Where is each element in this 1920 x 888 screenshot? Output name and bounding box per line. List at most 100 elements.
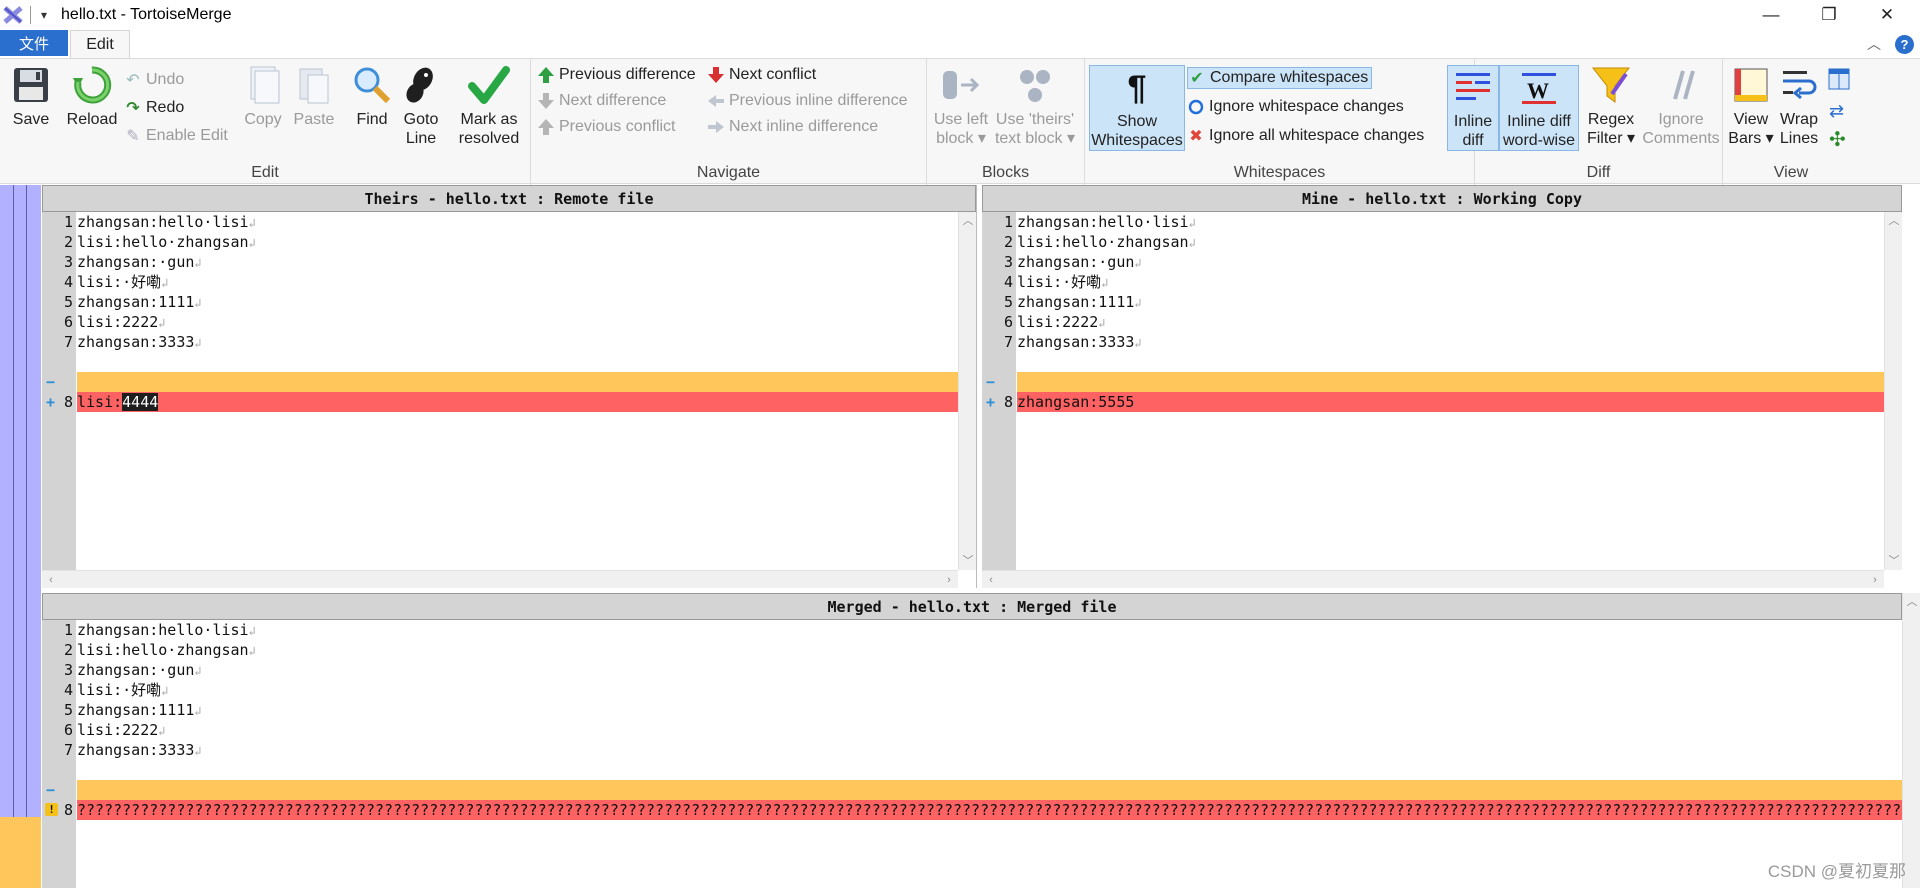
code-line[interactable]: 2 lisi:hello·zhangsan↲ [42, 232, 976, 252]
code-line[interactable]: 5 zhangsan:1111↲ [982, 292, 1902, 312]
vertical-scrollbar[interactable]: ︿ ﹀ [958, 212, 976, 570]
removed-line[interactable]: − [42, 780, 1902, 800]
removed-line[interactable]: − [982, 372, 1902, 392]
tab-edit[interactable]: Edit [70, 30, 130, 58]
checkmark-icon: ✔ [1190, 70, 1204, 87]
merged-pane-body[interactable]: 1 zhangsan:hello·lisi↲ 2 lisi:hello·zhangsa… [42, 593, 1920, 888]
layout-panes-icon[interactable] [1827, 67, 1851, 96]
restore-button[interactable]: ❐ [1800, 0, 1858, 30]
code-line[interactable]: 1 zhangsan:hello·lisi↲ [42, 212, 976, 232]
mine-pane-body[interactable]: 1 zhangsan:hello·lisi↲ 2 lisi:hello·zhangsa… [982, 212, 1902, 588]
location-bar[interactable] [0, 185, 41, 888]
scroll-up-arrow-icon[interactable]: ︿ [1885, 212, 1903, 230]
tortoisemerge-app-icon[interactable] [2, 4, 24, 26]
previous-difference-button[interactable]: Previous difference [537, 64, 696, 86]
swap-icon[interactable]: ⇄ [1829, 101, 1844, 122]
scroll-up-arrow-icon[interactable]: ︿ [959, 212, 977, 230]
enable-edit-button[interactable]: ✎ Enable Edit [124, 125, 228, 147]
scroll-right-arrow-icon[interactable]: › [940, 571, 958, 589]
scroll-left-arrow-icon[interactable]: ‹ [982, 571, 1000, 589]
line-text: lisi:2222↲ [77, 312, 976, 332]
reload-button[interactable]: Reload [66, 63, 118, 129]
previous-inline-difference-button[interactable]: Previous inline difference [707, 90, 907, 112]
inline-diff-label-2: diff [1462, 132, 1484, 149]
wrap-lines-label-2: Lines [1779, 130, 1819, 147]
code-line[interactable]: 5 zhangsan:1111↲ [42, 700, 1920, 720]
inline-diff-word-wise-button[interactable]: W Inline diff word-wise [1499, 65, 1579, 151]
code-line[interactable]: 7 zhangsan:3333↲ [42, 332, 976, 352]
conflict-line[interactable]: + 8 zhangsan:5555 [982, 392, 1902, 412]
vertical-scrollbar[interactable]: ︿ [1902, 593, 1920, 888]
code-line[interactable]: 3 zhangsan:·gun↲ [42, 660, 1920, 680]
scroll-down-arrow-icon[interactable]: ﹀ [1885, 552, 1903, 570]
location-bar-divider [26, 185, 27, 888]
find-button[interactable]: Find [352, 63, 392, 129]
red-down-arrow-icon [707, 66, 725, 84]
conflict-line[interactable]: ! 8 ????????????????????????????????????… [42, 800, 1902, 820]
horizontal-scrollbar[interactable]: ‹ › [42, 570, 958, 588]
inline-diff-button[interactable]: Inline diff [1447, 65, 1499, 151]
code-line[interactable]: 4 lisi:·好嘞↲ [42, 680, 1920, 700]
blocks-group: Use left block ▾ Use 'theirs' text block… [927, 59, 1085, 185]
save-button[interactable]: Save [8, 63, 54, 129]
close-button[interactable]: ✕ [1858, 0, 1916, 30]
code-line[interactable]: 2 lisi:hello·zhangsan↲ [982, 232, 1902, 252]
line-number: 2 [63, 641, 73, 659]
scroll-down-arrow-icon[interactable]: ﹀ [959, 552, 977, 570]
previous-conflict-button[interactable]: Previous conflict [537, 116, 676, 138]
code-line[interactable]: 7 zhangsan:3333↲ [42, 740, 1920, 760]
redo-button[interactable]: ↷ Redo [124, 97, 184, 119]
show-whitespaces-button[interactable]: ¶ Show Whitespaces [1089, 65, 1185, 151]
code-line[interactable]: 4 lisi:·好嘞↲ [42, 272, 976, 292]
mark-resolved-button[interactable]: Mark as resolved [456, 63, 522, 148]
tab-file[interactable]: 文件 [0, 30, 68, 56]
ignore-comments-button[interactable]: Ignore Comments [1642, 63, 1720, 148]
copy-button[interactable]: Copy [242, 63, 284, 129]
next-inline-difference-button[interactable]: Next inline difference [707, 116, 878, 138]
code-line[interactable]: 1 zhangsan:hello·lisi↲ [982, 212, 1902, 232]
paste-button[interactable]: Paste [292, 63, 336, 129]
conflict-line[interactable]: + 8 lisi:4444 [42, 392, 976, 412]
removed-line[interactable]: − [42, 372, 976, 392]
wrap-lines-button[interactable]: Wrap Lines [1777, 63, 1821, 148]
horizontal-scrollbar[interactable]: ‹ › [982, 570, 1884, 588]
theirs-pane-body[interactable]: 1 zhangsan:hello·lisi↲ 2 lisi:hello·zhangsa… [42, 212, 976, 588]
line-number: 6 [63, 313, 73, 331]
compare-whitespaces-button[interactable]: ✔ Compare whitespaces [1187, 67, 1373, 89]
code-line[interactable]: 4 lisi:·好嘞↲ [982, 272, 1902, 292]
scroll-up-arrow-icon[interactable]: ︿ [1903, 593, 1920, 611]
code-line[interactable]: 6 lisi:2222↲ [42, 720, 1920, 740]
help-icon[interactable]: ? [1895, 34, 1914, 54]
quick-access-dropdown-icon[interactable]: ▾ [41, 8, 47, 22]
scroll-left-arrow-icon[interactable]: ‹ [42, 571, 60, 589]
vertical-scrollbar[interactable]: ︿ ﹀ [1884, 212, 1902, 570]
code-line[interactable]: 3 zhangsan:·gun↲ [42, 252, 976, 272]
use-left-block-button[interactable]: Use left block ▾ [931, 63, 991, 148]
code-line[interactable]: 3 zhangsan:·gun↲ [982, 252, 1902, 272]
minimize-button[interactable]: — [1742, 0, 1800, 30]
collapse-ribbon-icon[interactable]: ︿ [1867, 34, 1881, 54]
checkmark-icon [468, 66, 510, 104]
line-text: zhangsan:·gun↲ [77, 252, 976, 272]
line-text-content: zhangsan:1111 [77, 701, 195, 719]
code-line[interactable]: 7 zhangsan:3333↲ [982, 332, 1902, 352]
regex-filter-button[interactable]: Regex Filter ▾ [1583, 63, 1639, 148]
show-whitespaces-label-2: Whitespaces [1091, 132, 1183, 149]
code-line[interactable]: 2 lisi:hello·zhangsan↲ [42, 640, 1920, 660]
undo-button[interactable]: ↶ Undo [124, 69, 184, 91]
code-line[interactable]: 6 lisi:2222↲ [982, 312, 1902, 332]
collapse-arrows-icon[interactable]: ✣ [1829, 127, 1846, 152]
scroll-right-arrow-icon[interactable]: › [1866, 571, 1884, 589]
code-line[interactable]: 6 lisi:2222↲ [42, 312, 976, 332]
red-x-icon: ✖ [1189, 128, 1203, 145]
goto-line-button[interactable]: Goto Line [400, 63, 442, 148]
window-title: hello.txt - TortoiseMerge [61, 6, 232, 23]
next-conflict-button[interactable]: Next conflict [707, 64, 816, 86]
ignore-whitespace-changes-button[interactable]: Ignore whitespace changes [1187, 96, 1404, 118]
view-bars-button[interactable]: View Bars ▾ [1727, 63, 1775, 148]
code-line[interactable]: 5 zhangsan:1111↲ [42, 292, 976, 312]
code-line[interactable]: 1 zhangsan:hello·lisi↲ [42, 620, 1920, 640]
ignore-all-whitespace-changes-button[interactable]: ✖ Ignore all whitespace changes [1187, 125, 1424, 147]
use-theirs-block-button[interactable]: Use 'theirs' text block ▾ [991, 63, 1079, 148]
next-difference-button[interactable]: Next difference [537, 90, 666, 112]
